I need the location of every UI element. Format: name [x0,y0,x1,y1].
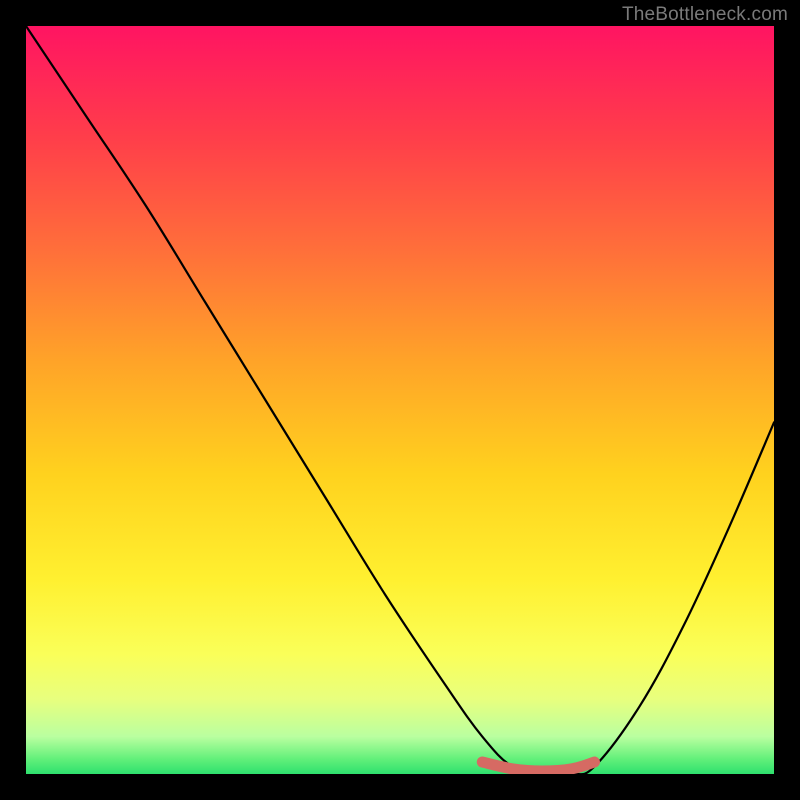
bottleneck-curve-path [26,26,774,774]
flat-highlight-path [482,762,594,771]
curve-svg [26,26,774,774]
chart-container: TheBottleneck.com [0,0,800,800]
watermark-text: TheBottleneck.com [622,4,788,26]
plot-area [26,26,774,774]
